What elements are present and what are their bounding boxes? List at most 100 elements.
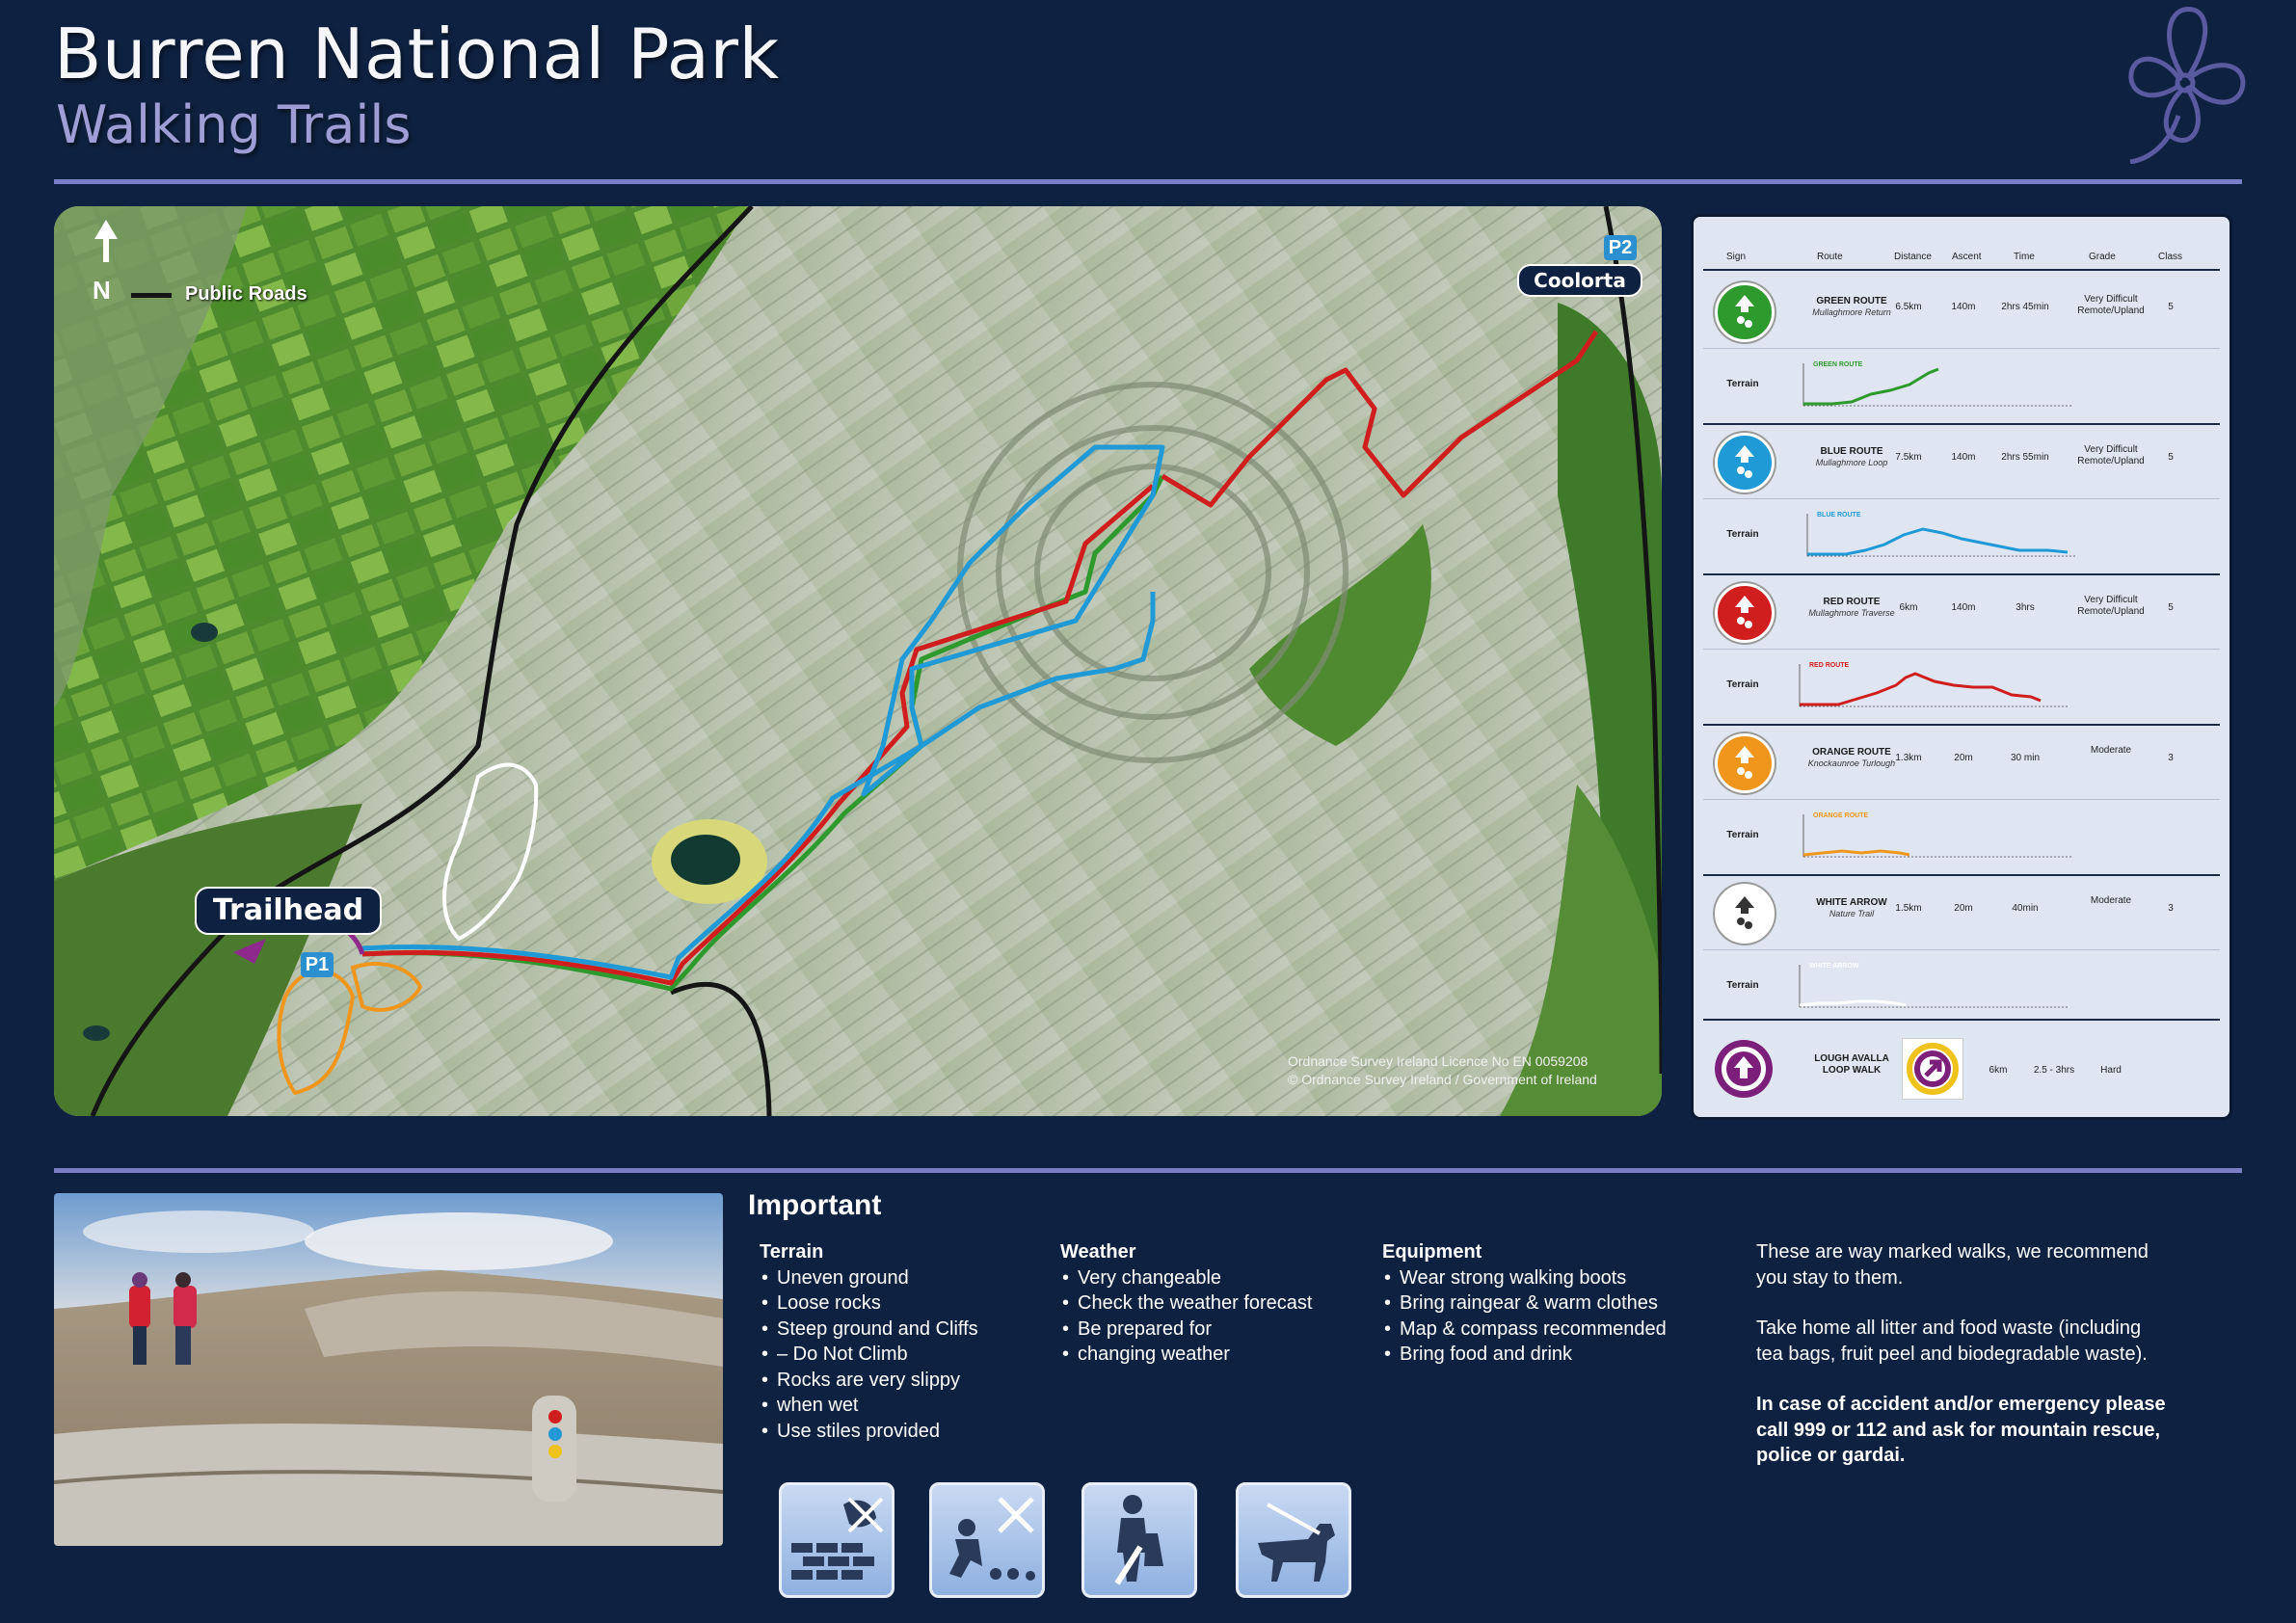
route-rule — [1703, 724, 2220, 726]
dogs-on-lead-icon — [1236, 1482, 1351, 1598]
route-time: 40min — [2012, 903, 2039, 914]
map-licence: Ordnance Survey Ireland Licence No EN 00… — [1288, 1052, 1597, 1089]
weather-item: Very changeable — [1060, 1265, 1312, 1291]
col-grade: Grade — [2089, 252, 2116, 262]
lough-grade: Hard — [2100, 1065, 2122, 1076]
col-time: Time — [2014, 252, 2035, 262]
equipment-item: Wear strong walking boots — [1382, 1265, 1667, 1291]
terrain-profile-label: BLUE ROUTE — [1817, 512, 1861, 519]
terrain-item: Rocks are very slippy — [760, 1368, 978, 1394]
lough-avalla-sign-icon — [1719, 1044, 1769, 1094]
row-divider — [1703, 348, 2220, 349]
weather-title: Weather — [1060, 1241, 1136, 1263]
col-class: Class — [2158, 252, 2183, 262]
route-distance: 7.5km — [1895, 452, 1922, 463]
weather-item: Check the weather forecast — [1060, 1290, 1312, 1317]
note-line: you stay to them. — [1756, 1266, 1904, 1289]
route-time: 2hrs 45min — [2001, 302, 2049, 312]
equipment-item: Bring raingear & warm clothes — [1382, 1290, 1667, 1317]
equipment-title: Equipment — [1382, 1241, 1482, 1263]
route-rule — [1703, 423, 2220, 425]
route-distance: 1.5km — [1895, 903, 1922, 914]
terrain-label: Terrain — [1726, 980, 1759, 991]
route-class: 5 — [2168, 452, 2174, 463]
lough-rule — [1703, 1019, 2220, 1021]
route-sign-icon — [1715, 433, 1775, 492]
take-litter-home-icon — [1081, 1482, 1197, 1598]
col-sign: Sign — [1726, 252, 1747, 262]
weather-column: Weather Very changeable Check the weathe… — [1060, 1239, 1312, 1368]
page-subtitle: Walking Trails — [56, 94, 412, 155]
row-divider — [1703, 498, 2220, 499]
route-class: 5 — [2168, 602, 2174, 613]
col-distance: Distance — [1894, 252, 1932, 262]
route-grade-2: Remote/Upland — [2077, 456, 2145, 466]
weather-item-cont: changing weather — [1060, 1342, 1312, 1368]
route-grade: Moderate — [2090, 895, 2132, 906]
route-rule — [1703, 573, 2220, 575]
terrain-label: Terrain — [1726, 379, 1759, 389]
parking-p2-badge: P2 — [1604, 235, 1637, 260]
terrain-item-cont: – Do Not Climb — [760, 1342, 978, 1368]
note-line: call 999 or 112 and ask for mountain res… — [1756, 1419, 2161, 1441]
route-sign-icon — [1715, 282, 1775, 342]
trail-info-panel: Sign Route Distance Ascent Time Grade Cl… — [1691, 214, 2232, 1120]
page-title: Burren National Park — [54, 13, 780, 94]
no-picking-plants-icon — [929, 1482, 1045, 1598]
route-class: 3 — [2168, 903, 2174, 914]
weather-item: Be prepared for — [1060, 1317, 1312, 1343]
terrain-item-cont: when wet — [760, 1393, 978, 1419]
burren-flower-logo-icon — [2128, 7, 2246, 164]
route-time: 30 min — [2010, 753, 2040, 763]
row-divider — [1703, 799, 2220, 800]
trailhead-label: Trailhead — [195, 887, 382, 935]
licence-line-1: Ordnance Survey Ireland Licence No EN 00… — [1288, 1053, 1589, 1069]
row-divider — [1703, 949, 2220, 950]
emergency-note: In case of accident and/or emergency ple… — [1756, 1392, 2209, 1469]
parking-p1-badge: P1 — [301, 952, 334, 977]
terrain-profile-label: ORANGE ROUTE — [1813, 812, 1869, 819]
route-distance: 1.3km — [1895, 753, 1922, 763]
route-class: 5 — [2168, 302, 2174, 312]
lough-name-line-2: LOOP WALK — [1822, 1065, 1882, 1076]
section-divider — [54, 1168, 2242, 1173]
stay-on-trail-note: These are way marked walks, we recommend… — [1756, 1239, 2209, 1290]
route-grade: Very Difficult — [2084, 595, 2138, 605]
terrain-item: Use stiles provided — [760, 1419, 978, 1445]
trail-map[interactable]: N Public Roads Trailhead Coolorta P1 P2 … — [54, 206, 1662, 1116]
route-grade: Moderate — [2090, 745, 2132, 756]
route-time: 2hrs 55min — [2001, 452, 2049, 463]
important-heading: Important — [748, 1189, 882, 1221]
lough-time: 2.5 - 3hrs — [2033, 1065, 2075, 1076]
route-sign-icon — [1715, 583, 1775, 643]
route-grade: Very Difficult — [2084, 444, 2138, 455]
route-distance: 6km — [1899, 602, 1918, 613]
note-line: These are way marked walks, we recommend — [1756, 1241, 2149, 1263]
route-grade-2: Remote/Upland — [2077, 606, 2145, 617]
terrain-profile-label: RED ROUTE — [1809, 662, 1850, 669]
burren-landscape-photo — [54, 1193, 723, 1546]
equipment-item: Bring food and drink — [1382, 1342, 1667, 1368]
lough-name-line-1: LOUGH AVALLA — [1814, 1053, 1889, 1064]
note-line: tea bags, fruit peel and biodegradable w… — [1756, 1343, 2148, 1365]
col-ascent: Ascent — [1952, 252, 1982, 262]
note-line: police or gardai. — [1756, 1445, 1906, 1466]
lough-avalla-waymark-icon — [1902, 1038, 1963, 1100]
terrain-label: Terrain — [1726, 529, 1759, 540]
note-line: Take home all litter and food waste (inc… — [1756, 1317, 2142, 1339]
equipment-item: Map & compass recommended — [1382, 1317, 1667, 1343]
header-divider — [54, 179, 2242, 184]
route-grade-2: Remote/Upland — [2077, 306, 2145, 316]
licence-line-2: © Ordnance Survey Ireland / Government o… — [1288, 1072, 1597, 1087]
route-ascent: 140m — [1951, 452, 1976, 463]
north-label: N — [93, 276, 111, 305]
coolorta-label: Coolorta — [1517, 264, 1642, 297]
terrain-column: Terrain Uneven ground Loose rocks Steep … — [760, 1239, 978, 1444]
route-sign-icon — [1715, 733, 1775, 793]
advice-notes: These are way marked walks, we recommend… — [1756, 1239, 2209, 1494]
terrain-item: Uneven ground — [760, 1265, 978, 1291]
lough-distance: 6km — [1989, 1065, 2008, 1076]
route-ascent: 140m — [1951, 602, 1976, 613]
route-ascent: 140m — [1951, 302, 1976, 312]
table-header-rule — [1703, 269, 2220, 271]
